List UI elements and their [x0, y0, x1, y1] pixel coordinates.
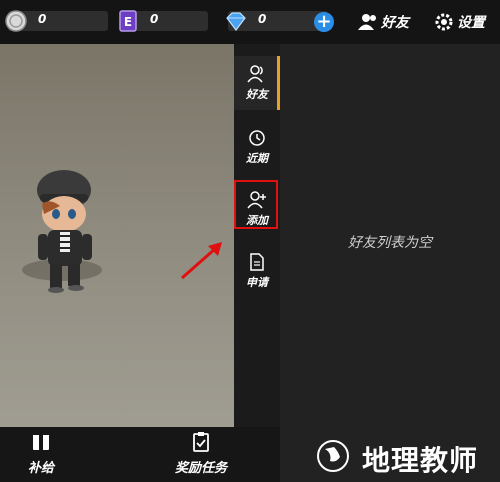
coin-value: 0 [38, 12, 47, 26]
friends-list-panel: 好友列表为空 [280, 44, 500, 482]
reward-tasks-button[interactable]: 奖励任务 [166, 431, 236, 476]
clipboard-check-icon [193, 432, 209, 452]
globe-logo [317, 440, 349, 472]
empty-list-text: 好友列表为空 [348, 235, 432, 251]
red-arrow-annotation [181, 242, 222, 280]
friends-sidebar: 好友 近期 添加 申请 [234, 44, 497, 427]
settings-label: 设置 [457, 15, 485, 31]
tab-recent[interactable]: 近期 [234, 120, 280, 174]
settings-button[interactable]: 设置 [434, 11, 485, 33]
document-icon [250, 253, 264, 271]
watermark-text: 地理教师 [362, 444, 479, 477]
svg-text:E: E [124, 15, 132, 29]
top-bar: 0 0 E 0 + 好友 设置 [0, 0, 500, 44]
friends-icon [247, 65, 263, 83]
character-avatar [37, 170, 92, 293]
energy-card-icon: E [119, 10, 137, 32]
tab-recent-label: 近期 [246, 152, 268, 165]
add-currency-button[interactable]: + [314, 12, 334, 32]
supply-box-icon [33, 435, 49, 450]
gear-icon [435, 13, 453, 31]
supply-button[interactable]: 补给 [18, 431, 64, 476]
energy-value: 0 [150, 12, 159, 26]
tab-requests[interactable]: 申请 [234, 244, 280, 298]
reward-tasks-label: 奖励任务 [174, 461, 227, 476]
friends-label: 好友 [381, 15, 409, 31]
watermark: 地理教师 [300, 425, 500, 482]
bottom-bar: 补给 奖励任务 [0, 427, 280, 482]
supply-label: 补给 [27, 461, 54, 476]
clock-icon [249, 130, 265, 146]
tab-requests-label: 申请 [246, 276, 268, 289]
tab-friends[interactable]: 好友 [234, 56, 280, 110]
add-tab-highlight-box [234, 180, 278, 229]
character-preview [0, 44, 234, 427]
gem-value: 0 [258, 12, 267, 26]
friends-button[interactable]: 好友 [358, 11, 409, 33]
gem-icon [226, 12, 246, 31]
friends-icon [358, 14, 376, 30]
coin-icon [5, 10, 27, 32]
tab-friends-label: 好友 [246, 88, 268, 101]
